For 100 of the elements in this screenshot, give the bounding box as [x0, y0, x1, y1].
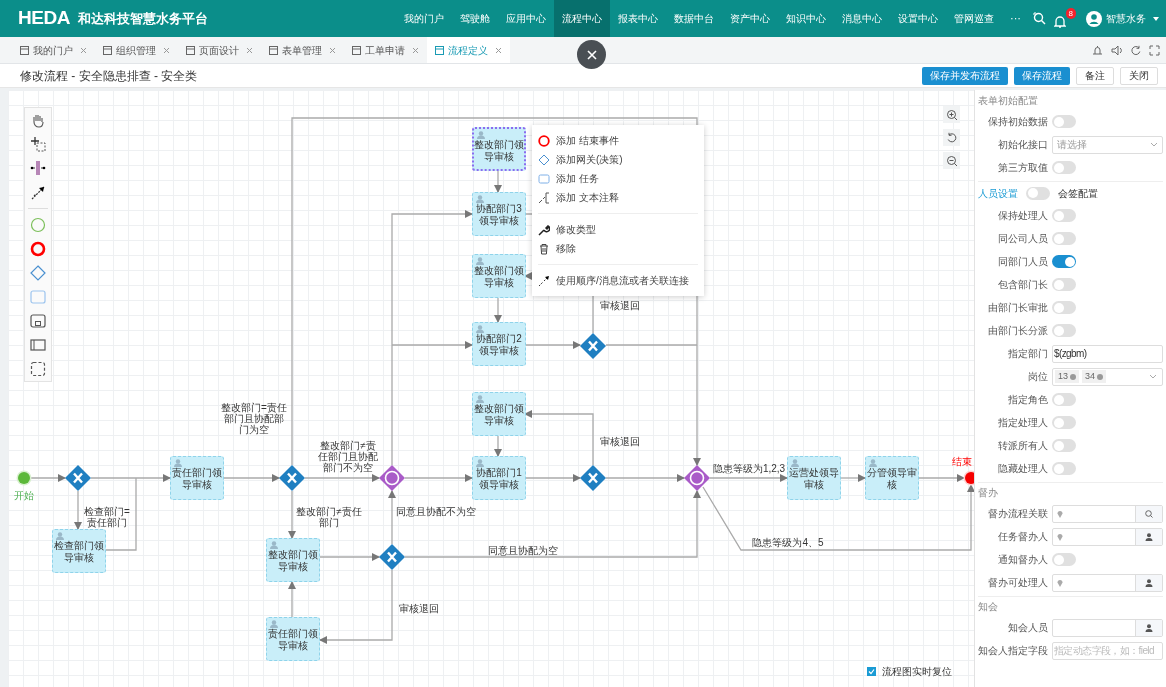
search-icon[interactable] [1033, 12, 1046, 25]
multi-select-field[interactable]: 13 34 [1052, 367, 1163, 386]
nav-item[interactable]: 驾驶舱 [452, 0, 498, 37]
tag-dot-icon[interactable] [1070, 373, 1076, 380]
toggle-switch[interactable] [1052, 553, 1076, 566]
user-task[interactable]: 整改部门领导审核 [472, 127, 526, 171]
toolbar-button[interactable]: 保存流程 [1014, 66, 1070, 85]
menu-item[interactable]: 移除 [538, 239, 698, 258]
close-icon[interactable] [495, 46, 502, 54]
menu-item[interactable]: 添加 任务 [538, 169, 698, 188]
user-task[interactable]: 协配部门2领导审核 [472, 322, 526, 366]
tab[interactable]: 组织管理 [95, 37, 178, 63]
hand-icon[interactable] [30, 112, 46, 128]
zoom-control[interactable] [943, 129, 960, 146]
start-event-icon[interactable] [30, 217, 46, 233]
lookup-field[interactable] [1052, 527, 1163, 546]
close-icon[interactable] [412, 46, 419, 54]
toolbar-button[interactable]: 关闭 [1120, 66, 1158, 85]
nav-item[interactable]: 设置中心 [890, 0, 946, 37]
lamp-icon[interactable] [1092, 44, 1103, 56]
lookup-button[interactable] [1135, 574, 1162, 591]
close-icon[interactable] [80, 46, 87, 54]
fullscreen-icon[interactable] [1149, 44, 1160, 56]
user-task[interactable]: 协配部门3领导审核 [472, 192, 526, 236]
connect-tool-icon[interactable] [30, 184, 46, 200]
gateway-icon[interactable] [30, 265, 46, 281]
user-task[interactable]: 运营处领导审核 [787, 456, 841, 500]
user-task[interactable]: 整改部门领导审核 [472, 392, 526, 436]
subprocess-icon[interactable] [30, 313, 46, 329]
lasso-icon[interactable] [30, 136, 46, 152]
toggle-switch[interactable] [1052, 278, 1076, 291]
toolbar-button[interactable]: 保存并发布流程 [922, 66, 1008, 85]
close-icon[interactable] [329, 46, 336, 54]
toggle-switch[interactable] [1052, 393, 1076, 406]
tab[interactable]: 流程定义 [427, 37, 510, 63]
toggle-switch[interactable] [1052, 209, 1076, 222]
toolbar-button[interactable]: 备注 [1076, 66, 1114, 85]
user-name[interactable]: 智慧水务 [1106, 11, 1146, 26]
refresh-icon[interactable] [1130, 44, 1141, 56]
input-field[interactable]: 指定动态字段，如：field [1052, 641, 1163, 660]
user-task[interactable]: 协配部门1领导审核 [472, 456, 526, 500]
close-icon[interactable] [163, 46, 170, 54]
nav-item[interactable]: 应用中心 [498, 0, 554, 37]
lookup-field[interactable] [1052, 618, 1163, 637]
nav-item[interactable]: 资产中心 [722, 0, 778, 37]
toggle-switch[interactable] [1026, 186, 1050, 200]
user-task[interactable]: 检查部门领导审核 [52, 529, 106, 573]
menu-item[interactable]: 修改类型 [538, 220, 698, 239]
lookup-field[interactable] [1052, 573, 1163, 592]
nav-item[interactable]: 知识中心 [778, 0, 834, 37]
nav-item[interactable]: 我的门户 [396, 0, 452, 37]
user-avatar-icon[interactable] [1086, 10, 1102, 27]
zoom-control[interactable] [943, 152, 960, 169]
tab[interactable]: 页面设计 [178, 37, 261, 63]
toggle-switch[interactable] [1052, 439, 1076, 452]
inclusive-gateway[interactable] [378, 464, 406, 492]
end-event-icon[interactable] [30, 241, 46, 257]
user-task[interactable]: 整改部门领导审核 [472, 254, 526, 298]
menu-item[interactable]: 添加 文本注释 [538, 188, 698, 207]
lookup-button[interactable] [1135, 619, 1162, 636]
inclusive-gateway[interactable] [683, 464, 711, 492]
tab[interactable]: 表单管理 [261, 37, 344, 63]
nav-item[interactable]: 消息中心 [834, 0, 890, 37]
lookup-button[interactable] [1135, 528, 1162, 545]
nav-item[interactable]: 流程中心 [554, 0, 610, 37]
reset-checkbox[interactable]: 流程图实时复位 [867, 664, 952, 679]
toggle-switch[interactable] [1052, 255, 1076, 268]
toggle-switch[interactable] [1052, 115, 1076, 128]
user-task[interactable]: 责任部门领导审核 [266, 617, 320, 661]
toggle-switch[interactable] [1052, 301, 1076, 314]
nav-item[interactable]: 管网巡查 [946, 0, 1002, 37]
zoom-control[interactable] [943, 106, 960, 123]
checkbox[interactable] [867, 667, 876, 676]
exclusive-gateway[interactable] [64, 464, 92, 492]
menu-item[interactable]: 添加网关(决策) [538, 150, 698, 169]
lookup-field[interactable] [1052, 504, 1163, 523]
more-button[interactable]: ··· [1002, 10, 1029, 27]
tab[interactable]: 我的门户 [12, 37, 95, 63]
start-event[interactable] [16, 470, 32, 486]
input-field[interactable]: $(zgbm) [1052, 344, 1163, 363]
exclusive-gateway[interactable] [378, 543, 406, 571]
notification-button[interactable]: 8 [1054, 7, 1076, 30]
pool-icon[interactable] [30, 337, 46, 353]
speaker-icon[interactable] [1111, 44, 1122, 56]
user-task[interactable]: 分管领导审核 [865, 456, 919, 500]
user-task[interactable]: 整改部门领导审核 [266, 538, 320, 582]
menu-item[interactable]: 使用顺序/消息流或者关联连接 [538, 271, 698, 290]
user-task[interactable]: 责任部门领导审核 [170, 456, 224, 500]
close-icon[interactable] [246, 46, 253, 54]
toggle-switch[interactable] [1052, 324, 1076, 337]
space-tool-icon[interactable] [30, 160, 46, 176]
toggle-switch[interactable] [1052, 161, 1076, 174]
menu-item[interactable]: 添加 结束事件 [538, 131, 698, 150]
exclusive-gateway[interactable] [579, 464, 607, 492]
toggle-switch[interactable] [1052, 232, 1076, 245]
exclusive-gateway[interactable] [579, 332, 607, 360]
group-icon[interactable] [30, 361, 46, 377]
toggle-switch[interactable] [1052, 462, 1076, 475]
nav-item[interactable]: 数据中台 [666, 0, 722, 37]
caret-icon[interactable] [1152, 15, 1160, 22]
